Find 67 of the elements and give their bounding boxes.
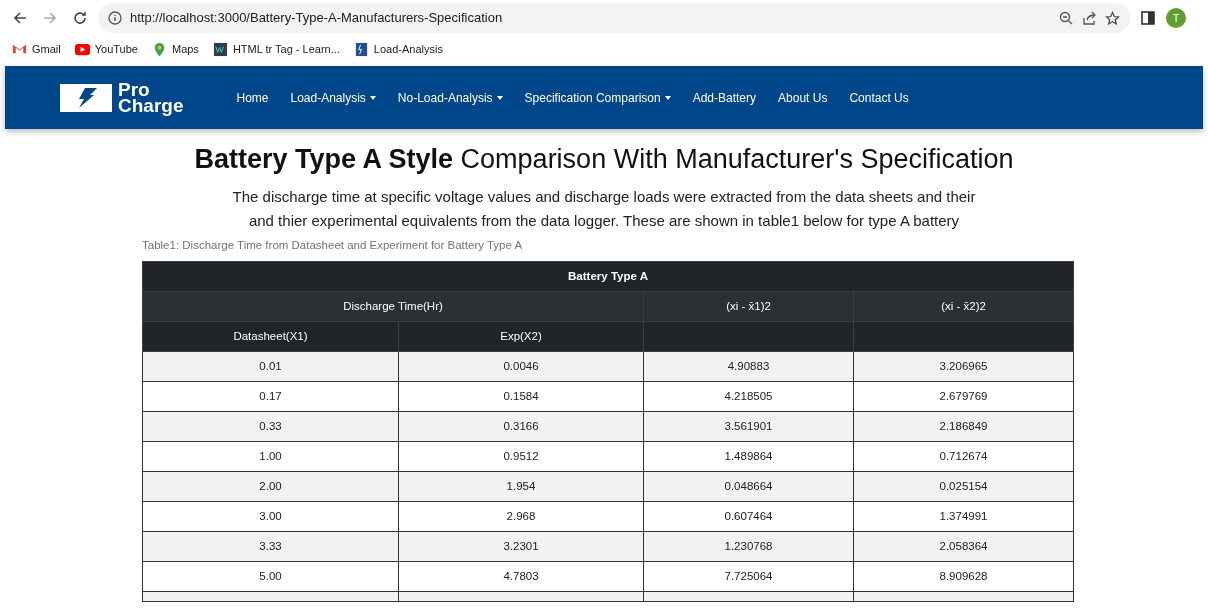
nav-link[interactable]: No-Load-Analysis xyxy=(386,88,514,107)
table-title: Battery Type A xyxy=(142,261,1074,292)
site-logo-icon[interactable] xyxy=(212,41,228,57)
table-caption: Table1: Discharge Time from Datasheet and Experiment for Battery Type A xyxy=(142,238,524,254)
caret-icon[interactable] xyxy=(496,96,503,101)
intro-text: and thier experimental equivalents from the data logger. These are shown in table1 below for type A battery xyxy=(247,211,961,232)
column-header: (xi - x̄1)2 xyxy=(643,291,854,322)
table-cell: 3.00 xyxy=(142,501,399,532)
caret-icon[interactable] xyxy=(369,96,376,101)
bookmark[interactable]: Gmail xyxy=(12,40,61,58)
bookmark[interactable]: Load-Analysis xyxy=(353,40,443,58)
lightning-logo-icon[interactable] xyxy=(60,83,112,112)
table-cell: 4.7803 xyxy=(398,561,644,592)
column-header: Exp(X2) xyxy=(398,321,644,352)
table-cell: 1.954 xyxy=(398,471,644,502)
bookmark[interactable]: HTML tr Tag - Learn... xyxy=(212,40,340,58)
info-icon[interactable] xyxy=(108,11,122,25)
caret-icon[interactable] xyxy=(664,96,671,101)
url-text: http://localhost:3000/Battery-Type-A-Manufacturers-Specification xyxy=(130,9,504,28)
column-header: (xi - x̄2)2 xyxy=(853,291,1074,322)
nav-link[interactable]: Specification Comparison xyxy=(513,88,682,107)
table-cell: 5.00 xyxy=(142,561,399,592)
table-cell: 4.90883 xyxy=(643,351,854,382)
address-bar[interactable]: http://localhost:3000/Battery-Type-A-Manufacturers-Specification xyxy=(98,3,1130,33)
table-cell: 1.00 xyxy=(142,441,399,472)
nav-link[interactable]: About Us xyxy=(767,88,839,107)
table-cell: 0.0046 xyxy=(398,351,644,382)
table-cell: 2.679769 xyxy=(853,381,1074,412)
table-cell: 0.17 xyxy=(142,381,399,412)
table-cell: 7.725064 xyxy=(643,561,854,592)
bookmark[interactable]: Maps xyxy=(151,40,199,58)
table-cell: 0.33 xyxy=(142,411,399,442)
site-logo-icon[interactable] xyxy=(353,41,369,57)
table-cell: 3.2301 xyxy=(398,531,644,562)
table-cell: 2.968 xyxy=(398,501,644,532)
share-icon[interactable] xyxy=(1082,10,1097,26)
zoom-out-icon[interactable] xyxy=(1059,10,1074,26)
table-cell: 0.3166 xyxy=(398,411,644,442)
page-heading: Battery Type A Style Comparison With Manufacturer's Specification xyxy=(193,143,1015,176)
intro-text: The discharge time at specific voltage values and discharge loads were extracted from the data sheets and their xyxy=(231,187,977,208)
nav-link[interactable]: Add-Battery xyxy=(681,88,768,107)
column-header: Datasheet(X1) xyxy=(142,321,399,352)
table-cell: 2.00 xyxy=(142,471,399,502)
table-cell: 0.01 xyxy=(142,351,399,382)
table-cell: 1.230768 xyxy=(643,531,854,562)
table-cell: 2.058364 xyxy=(853,531,1074,562)
table-cell: 0.9512 xyxy=(398,441,644,472)
table-cell: 0.712674 xyxy=(853,441,1074,472)
table-cell: 2.186849 xyxy=(853,411,1074,442)
nav-link[interactable]: Load-Analysis xyxy=(279,88,387,107)
play-icon[interactable] xyxy=(74,41,90,57)
table-cell: 0.607464 xyxy=(643,501,854,532)
column-header: Discharge Time(Hr) xyxy=(142,291,644,322)
table-cell: 4.218505 xyxy=(643,381,854,412)
table-cell: 8.909628 xyxy=(853,561,1074,592)
table-cell: 3.33 xyxy=(142,531,399,562)
table-cell: 1.374991 xyxy=(853,501,1074,532)
table-cell: 3.561901 xyxy=(643,411,854,442)
table-cell: 3.206965 xyxy=(853,351,1074,382)
table-cell: 0.025154 xyxy=(853,471,1074,502)
table-cell: 1.489864 xyxy=(643,441,854,472)
table-cell: 0.048664 xyxy=(643,471,854,502)
nav-link[interactable]: Contact Us xyxy=(838,88,920,107)
table-cell: 0.1584 xyxy=(398,381,644,412)
bookmark[interactable]: YouTube xyxy=(74,40,138,58)
star-icon[interactable] xyxy=(1105,10,1120,26)
nav-link[interactable]: Home xyxy=(225,88,280,107)
